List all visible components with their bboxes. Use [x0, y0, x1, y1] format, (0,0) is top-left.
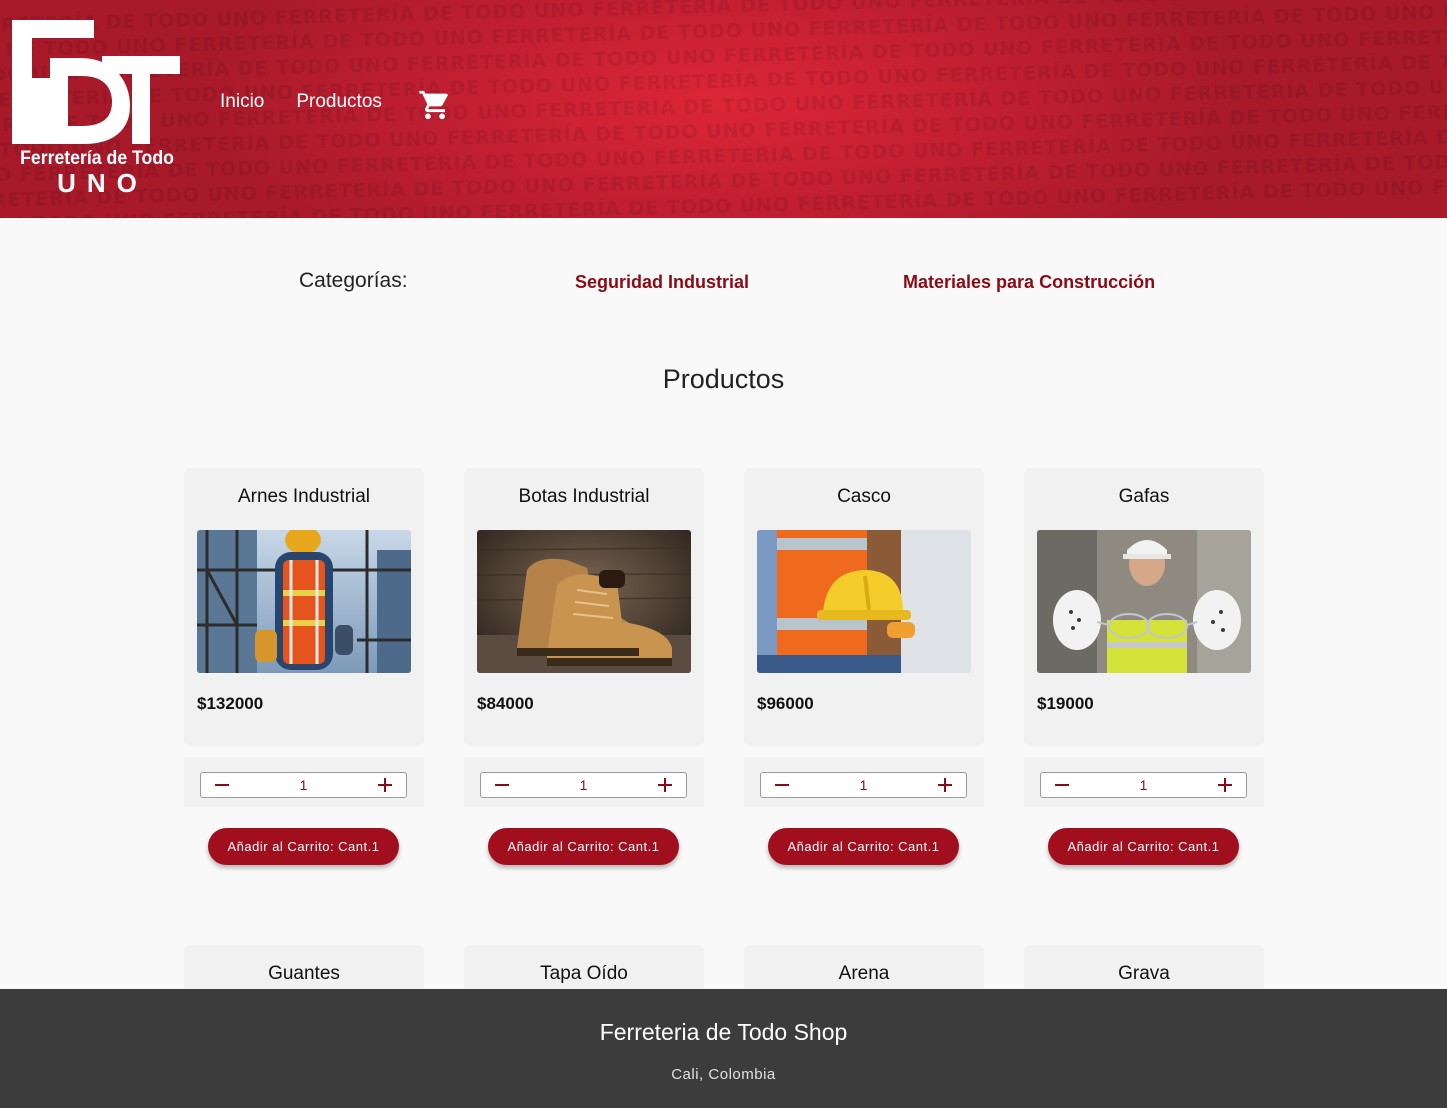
quantity-container: 1	[1024, 757, 1264, 807]
plus-icon	[378, 778, 392, 792]
nav-link-inicio[interactable]: Inicio	[220, 88, 264, 116]
minus-icon	[775, 784, 789, 786]
quantity-stepper: 1	[760, 772, 967, 798]
product-price: $84000	[477, 694, 534, 713]
plus-icon	[1218, 778, 1232, 792]
quantity-stepper: 1	[200, 772, 407, 798]
increase-quantity-button[interactable]	[368, 773, 402, 797]
minus-icon	[215, 784, 229, 786]
footer-location: Cali, Colombia	[671, 1066, 776, 1083]
decrease-quantity-button[interactable]	[485, 773, 519, 797]
logo-text-line1: Ferretería de Todo	[20, 148, 174, 169]
add-to-cart-button[interactable]: Añadir al Carrito: Cant.1	[208, 828, 399, 865]
plus-icon	[938, 778, 952, 792]
product-card: Gafas $19000	[1024, 468, 1264, 746]
quantity-stepper: 1	[480, 772, 687, 798]
shopping-cart-icon[interactable]	[418, 88, 452, 122]
products-section-title: Productos	[662, 364, 785, 394]
product-name: Guantes	[268, 963, 340, 984]
quantity-container: 1	[464, 757, 704, 807]
product-image-gafas	[1037, 530, 1251, 673]
add-to-cart-button[interactable]: Añadir al Carrito: Cant.1	[488, 828, 679, 865]
product-price: $132000	[197, 694, 264, 713]
category-link-seguridad-industrial[interactable]: Seguridad Industrial	[575, 272, 749, 293]
product-image-arnes	[197, 530, 411, 673]
increase-quantity-button[interactable]	[648, 773, 682, 797]
decrease-quantity-button[interactable]	[765, 773, 799, 797]
product-name: Grava	[1118, 963, 1170, 984]
product-price: $19000	[1037, 694, 1094, 713]
product-card: Casco $96000	[744, 468, 984, 746]
quantity-value: 1	[859, 777, 868, 793]
decrease-quantity-button[interactable]	[1045, 773, 1079, 797]
product-name: Arena	[838, 963, 890, 984]
main-nav: Inicio Productos	[220, 88, 414, 116]
quantity-stepper: 1	[1040, 772, 1247, 798]
brand-logo[interactable]: Ferretería de Todo UNO	[10, 18, 184, 198]
product-image-botas	[477, 530, 691, 673]
footer-title: Ferreteria de Todo Shop	[599, 1019, 848, 1045]
quantity-value: 1	[1139, 777, 1148, 793]
category-link-materiales-construccion[interactable]: Materiales para Construcción	[903, 272, 1155, 293]
product-name: Gafas	[1118, 486, 1170, 507]
product-price: $96000	[757, 694, 814, 713]
minus-icon	[495, 784, 509, 786]
add-to-cart-button[interactable]: Añadir al Carrito: Cant.1	[768, 828, 959, 865]
site-header: FERRETERÍA DE TODO UNO FERRETERÍA DE TOD…	[0, 0, 1447, 218]
increase-quantity-button[interactable]	[928, 773, 962, 797]
product-name: Arnes Industrial	[237, 486, 370, 507]
quantity-value: 1	[299, 777, 308, 793]
fdt-logo-mark	[12, 20, 180, 144]
quantity-container: 1	[184, 757, 424, 807]
quantity-container: 1	[744, 757, 984, 807]
product-image-casco	[757, 530, 971, 673]
quantity-value: 1	[579, 777, 588, 793]
product-name: Casco	[837, 486, 891, 507]
product-name: Tapa Oído	[540, 963, 628, 984]
logo-text-line2: UNO	[57, 168, 148, 198]
add-to-cart-button[interactable]: Añadir al Carrito: Cant.1	[1048, 828, 1239, 865]
decrease-quantity-button[interactable]	[205, 773, 239, 797]
product-name: Botas Industrial	[518, 486, 650, 507]
nav-link-productos[interactable]: Productos	[296, 88, 382, 116]
categories-label: Categorías:	[299, 269, 408, 292]
product-card: Botas Industrial $84000	[464, 468, 704, 746]
header-background-pattern: FERRETERÍA DE TODO UNO FERRETERÍA DE TOD…	[0, 0, 1447, 218]
minus-icon	[1055, 784, 1069, 786]
product-card: Arnes Industrial $132000	[184, 468, 424, 746]
plus-icon	[658, 778, 672, 792]
increase-quantity-button[interactable]	[1208, 773, 1242, 797]
site-footer: Ferreteria de Todo Shop Cali, Colombia	[0, 989, 1447, 1108]
